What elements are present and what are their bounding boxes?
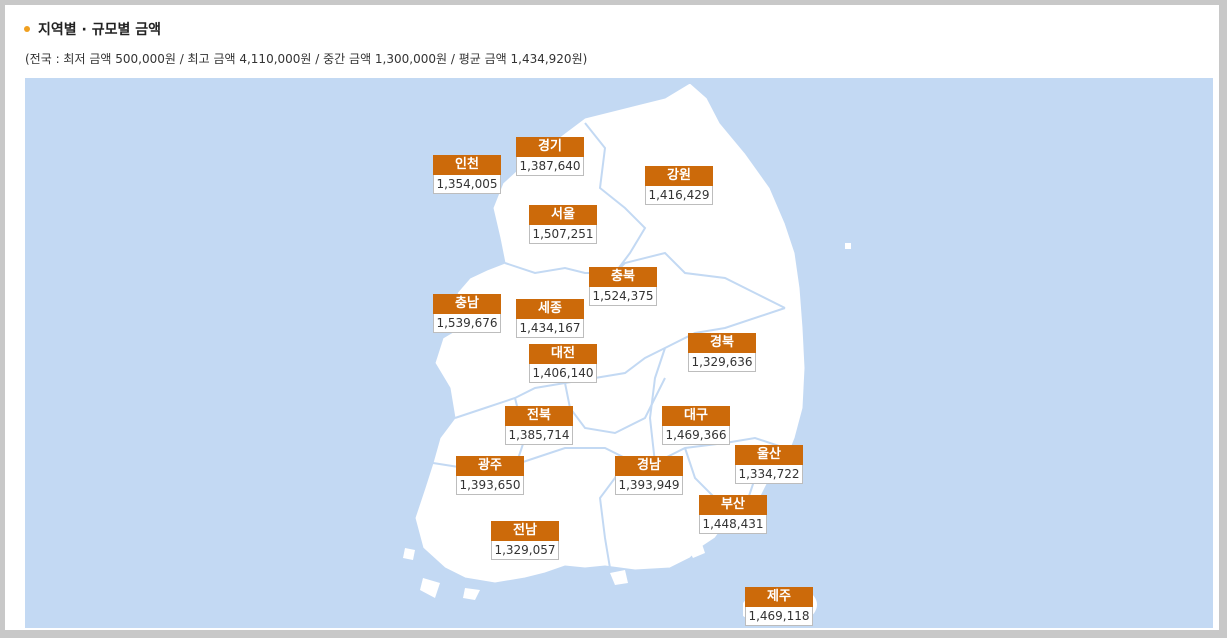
region-name: 전북 (505, 406, 573, 426)
region-value: 1,406,140 (529, 364, 597, 383)
namhae-island-shape (610, 570, 628, 585)
region-name: 충북 (589, 267, 657, 287)
region-name: 전남 (491, 521, 559, 541)
region-name: 강원 (645, 166, 713, 186)
region-value: 1,434,167 (516, 319, 584, 338)
section-header: 지역별 · 규모별 금액 (24, 19, 161, 39)
region-value: 1,507,251 (529, 225, 597, 244)
region-label-gangwon: 강원 1,416,429 (645, 166, 713, 205)
region-label-daegu: 대구 1,469,366 (662, 406, 730, 445)
region-value: 1,334,722 (735, 465, 803, 484)
region-value: 1,329,636 (688, 353, 756, 372)
region-label-gyeongnam: 경남 1,393,949 (615, 456, 683, 495)
region-label-daejeon: 대전 1,406,140 (529, 344, 597, 383)
region-value: 1,387,640 (516, 157, 584, 176)
panel: 지역별 · 규모별 금액 (전국 : 최저 금액 500,000원 / 최고 금… (5, 5, 1219, 630)
region-value: 1,393,650 (456, 476, 524, 495)
region-value: 1,469,366 (662, 426, 730, 445)
region-label-chungbuk: 충북 1,524,375 (589, 267, 657, 306)
region-label-ulsan: 울산 1,334,722 (735, 445, 803, 484)
ulleung-island-shape (845, 243, 851, 249)
region-name: 서울 (529, 205, 597, 225)
region-value: 1,524,375 (589, 287, 657, 306)
region-value: 1,354,005 (433, 175, 501, 194)
bullet-icon (24, 26, 30, 32)
region-name: 대구 (662, 406, 730, 426)
region-label-gwangju: 광주 1,393,650 (456, 456, 524, 495)
region-name: 대전 (529, 344, 597, 364)
region-value: 1,416,429 (645, 186, 713, 205)
region-name: 부산 (699, 495, 767, 515)
region-label-gyeongbuk: 경북 1,329,636 (688, 333, 756, 372)
map-shape (403, 82, 851, 624)
sinan-island-shape (403, 548, 415, 560)
region-value: 1,539,676 (433, 314, 501, 333)
region-label-incheon: 인천 1,354,005 (433, 155, 501, 194)
jindo-island-shape (420, 578, 440, 598)
region-value: 1,448,431 (699, 515, 767, 534)
section-title: 지역별 · 규모별 금액 (38, 22, 161, 38)
region-label-sejong: 세종 1,434,167 (516, 299, 584, 338)
region-name: 세종 (516, 299, 584, 319)
region-value: 1,393,949 (615, 476, 683, 495)
region-label-jeju: 제주 1,469,118 (745, 587, 813, 626)
region-name: 광주 (456, 456, 524, 476)
summary-text: (전국 : 최저 금액 500,000원 / 최고 금액 4,110,000원 … (25, 52, 588, 66)
region-label-chungnam: 충남 1,539,676 (433, 294, 501, 333)
region-name: 울산 (735, 445, 803, 465)
region-name: 경남 (615, 456, 683, 476)
region-label-jeonnam: 전남 1,329,057 (491, 521, 559, 560)
region-value: 1,469,118 (745, 607, 813, 626)
region-value: 1,329,057 (491, 541, 559, 560)
region-name: 충남 (433, 294, 501, 314)
region-label-jeonbuk: 전북 1,385,714 (505, 406, 573, 445)
region-name: 인천 (433, 155, 501, 175)
korea-map: 인천 1,354,005 경기 1,387,640 강원 1,416,429 서… (25, 78, 1213, 628)
region-value: 1,385,714 (505, 426, 573, 445)
region-name: 경북 (688, 333, 756, 353)
region-label-seoul: 서울 1,507,251 (529, 205, 597, 244)
region-label-gyeonggi: 경기 1,387,640 (516, 137, 584, 176)
region-label-busan: 부산 1,448,431 (699, 495, 767, 534)
region-name: 제주 (745, 587, 813, 607)
wando-island-shape (463, 588, 480, 600)
region-name: 경기 (516, 137, 584, 157)
